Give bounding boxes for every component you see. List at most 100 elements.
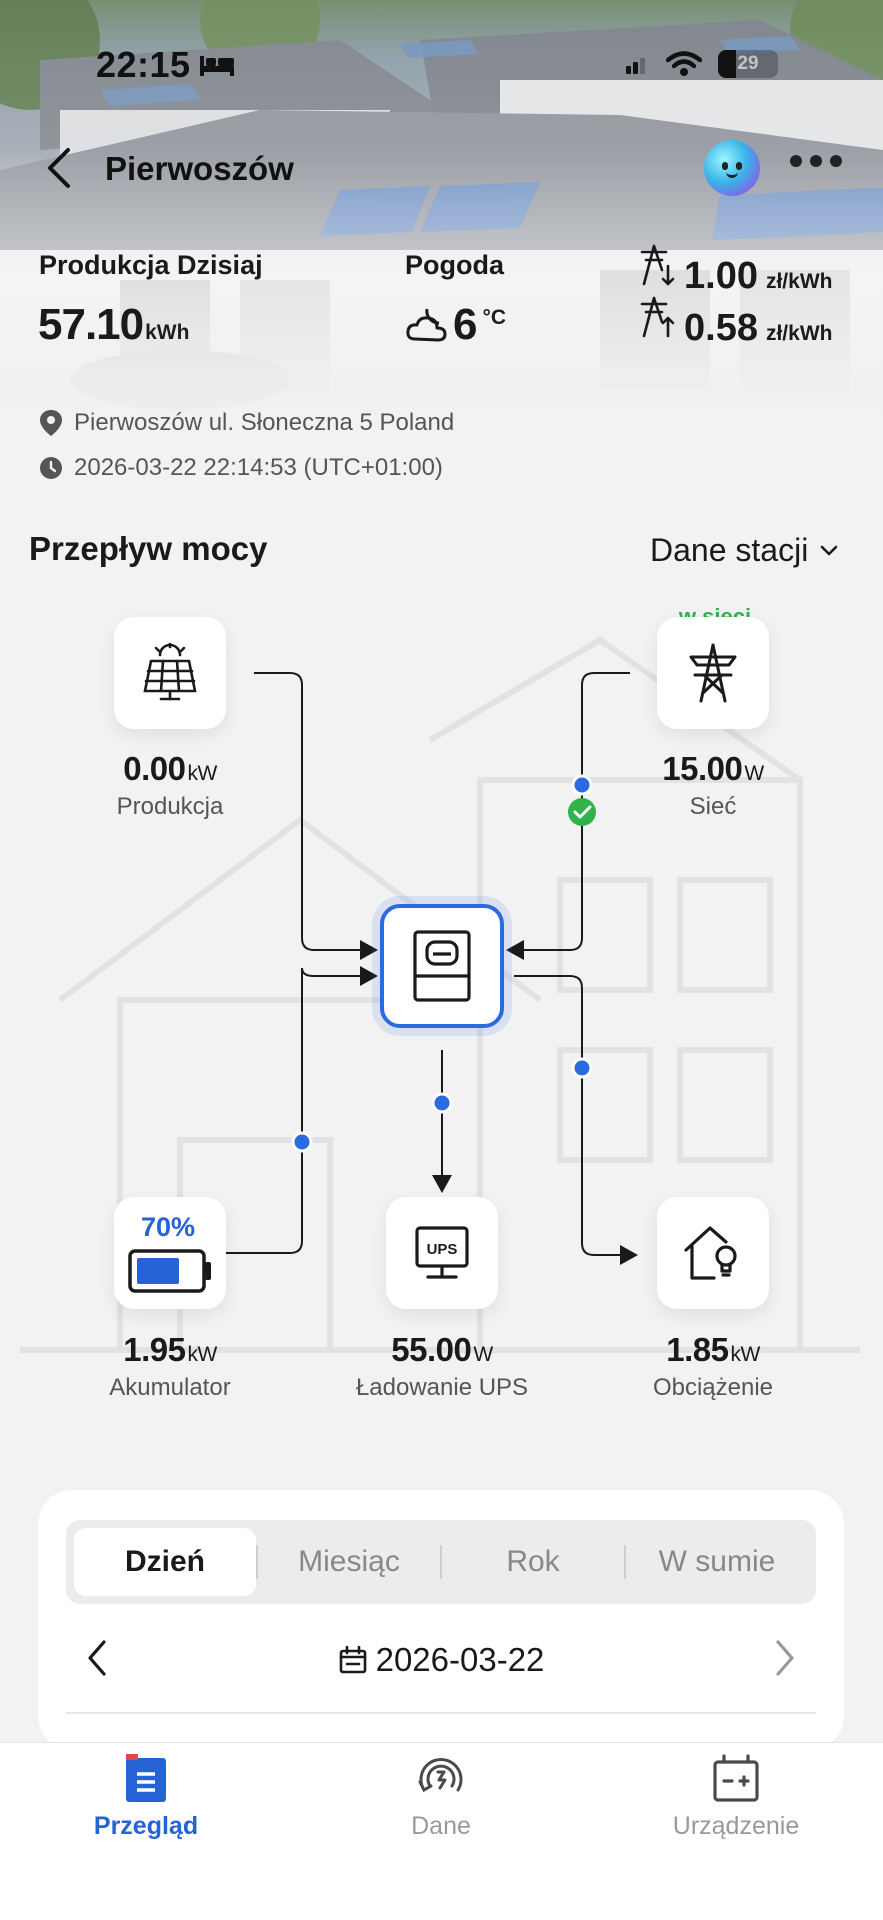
overview-icon bbox=[126, 1754, 166, 1802]
production-power: 0.00kW bbox=[60, 750, 280, 788]
grid-power: 15.00W bbox=[603, 750, 823, 788]
back-button[interactable] bbox=[44, 146, 74, 190]
arrowhead bbox=[360, 940, 378, 960]
grid-power-unit: W bbox=[744, 762, 764, 785]
tab-overview-label: Przegląd bbox=[93, 1812, 199, 1840]
battery-label: Akumulator bbox=[109, 1374, 231, 1401]
production-today-label: Produkcja Dzisiaj bbox=[39, 250, 263, 280]
tab-day[interactable]: Dzień bbox=[74, 1528, 256, 1596]
date-picker[interactable]: 2026-03-22 bbox=[338, 1641, 545, 1679]
tab-data[interactable]: Dane bbox=[341, 1752, 541, 1841]
sell-price-value: 0.58 bbox=[684, 307, 758, 349]
arrowhead bbox=[360, 966, 378, 986]
flow-dot bbox=[571, 1057, 593, 1079]
ups-icon: UPS bbox=[415, 1226, 469, 1279]
battery-level: 29 bbox=[737, 53, 759, 74]
production-power-unit: kW bbox=[187, 762, 217, 785]
load-power: 1.85kW bbox=[603, 1331, 823, 1369]
ups-power-unit: W bbox=[473, 1343, 493, 1366]
inverter-node[interactable] bbox=[380, 904, 504, 1028]
buy-price-unit: zł/kWh bbox=[765, 270, 833, 293]
load-power-value: 1.85 bbox=[666, 1331, 729, 1368]
production-value: 57.10 bbox=[38, 300, 144, 349]
next-date-button[interactable] bbox=[754, 1629, 816, 1692]
chevron-down-icon bbox=[820, 545, 838, 555]
production-label: Produkcja bbox=[116, 793, 224, 820]
temperature-unit: °C bbox=[482, 306, 507, 329]
ups-label: Ładowanie UPS bbox=[355, 1374, 529, 1401]
cellular-signal-icon bbox=[626, 58, 645, 74]
online-check-icon bbox=[568, 798, 596, 826]
tab-data-label: Dane bbox=[411, 1812, 471, 1840]
tab-year-label: Rok bbox=[506, 1545, 560, 1578]
production-power-value: 0.00 bbox=[123, 750, 186, 787]
chevron-left-icon bbox=[88, 1639, 106, 1676]
battery-power: 1.95kW bbox=[60, 1331, 280, 1369]
battery-power-value: 1.95 bbox=[123, 1331, 186, 1368]
weather-label: Pogoda bbox=[405, 250, 504, 280]
temperature-value: 6 bbox=[453, 300, 478, 349]
assistant-avatar[interactable] bbox=[704, 140, 760, 196]
grid-power-value: 15.00 bbox=[662, 750, 743, 787]
ups-power-value: 55.00 bbox=[391, 1331, 472, 1368]
chevron-left-icon bbox=[48, 148, 70, 188]
battery-percent: 70% bbox=[140, 1212, 196, 1242]
flow-dot bbox=[571, 774, 593, 796]
power-flow-title: Przepływ mocy bbox=[29, 530, 268, 567]
connector-battery bbox=[226, 967, 366, 1254]
date-navigator: 2026-03-22 bbox=[66, 1620, 816, 1700]
station-data-dropdown[interactable]: Dane stacji bbox=[650, 532, 838, 569]
grid-node[interactable] bbox=[657, 617, 769, 729]
more-dot bbox=[810, 155, 822, 167]
arrowhead bbox=[432, 1175, 452, 1193]
buy-price: 1.00 zł/kWh bbox=[636, 244, 832, 298]
load-node[interactable] bbox=[657, 1197, 769, 1309]
tab-year[interactable]: Rok bbox=[442, 1528, 624, 1596]
sleep-focus-icon bbox=[198, 52, 236, 83]
timestamp-row: 2026-03-22 22:14:53 (UTC+01:00) bbox=[38, 454, 443, 482]
calendar-icon bbox=[339, 1645, 366, 1674]
arrowhead bbox=[620, 1245, 638, 1265]
load-power-unit: kW bbox=[730, 1343, 760, 1366]
arrowhead bbox=[506, 940, 524, 960]
load-label: Obciążenie bbox=[652, 1374, 774, 1401]
device-icon bbox=[713, 1754, 759, 1802]
divider bbox=[66, 1712, 816, 1714]
tab-overview[interactable]: Przegląd bbox=[46, 1752, 246, 1841]
battery-fill bbox=[137, 1258, 179, 1284]
grid-import-icon bbox=[640, 244, 675, 286]
weather-value: 6 °C bbox=[405, 300, 506, 350]
address-row: Pierwoszów ul. Słoneczna 5 Poland bbox=[38, 408, 454, 438]
ups-icon-text: UPS bbox=[427, 1241, 458, 1258]
battery-status-icon: 29 bbox=[718, 50, 778, 78]
flow-dot bbox=[291, 1131, 313, 1153]
station-title: Pierwoszów bbox=[105, 150, 294, 187]
flow-dot bbox=[431, 1092, 453, 1114]
ups-power: 55.00W bbox=[332, 1331, 552, 1369]
grid-label: Sieć bbox=[689, 793, 737, 820]
tab-month-label: Miesiąc bbox=[298, 1545, 400, 1578]
tab-total[interactable]: W sumie bbox=[626, 1528, 808, 1596]
tab-total-label: W sumie bbox=[658, 1545, 776, 1578]
more-options-button[interactable] bbox=[790, 155, 842, 167]
production-unit: kWh bbox=[145, 321, 190, 344]
home-load-icon bbox=[684, 1226, 737, 1280]
previous-date-button[interactable] bbox=[66, 1629, 128, 1692]
inverter-icon bbox=[413, 930, 471, 1002]
production-today-value: 57.10kWh bbox=[38, 300, 189, 350]
sell-price: 0.58 zł/kWh bbox=[636, 296, 832, 350]
status-indicators: 29 bbox=[626, 46, 778, 82]
wifi-icon bbox=[666, 51, 702, 76]
more-dot bbox=[830, 155, 842, 167]
selected-date: 2026-03-22 bbox=[375, 1641, 545, 1678]
solar-panel-icon bbox=[143, 643, 197, 701]
tab-month[interactable]: Miesiąc bbox=[258, 1528, 440, 1596]
ups-node[interactable]: UPS bbox=[386, 1197, 498, 1309]
tab-device-label: Urządzenie bbox=[672, 1812, 800, 1840]
tab-device[interactable]: Urządzenie bbox=[636, 1752, 836, 1841]
tab-day-label: Dzień bbox=[124, 1545, 205, 1578]
production-node[interactable] bbox=[114, 617, 226, 729]
partly-cloudy-night-icon bbox=[406, 308, 447, 342]
location-pin-icon bbox=[40, 410, 62, 436]
chevron-right-icon bbox=[776, 1639, 794, 1676]
